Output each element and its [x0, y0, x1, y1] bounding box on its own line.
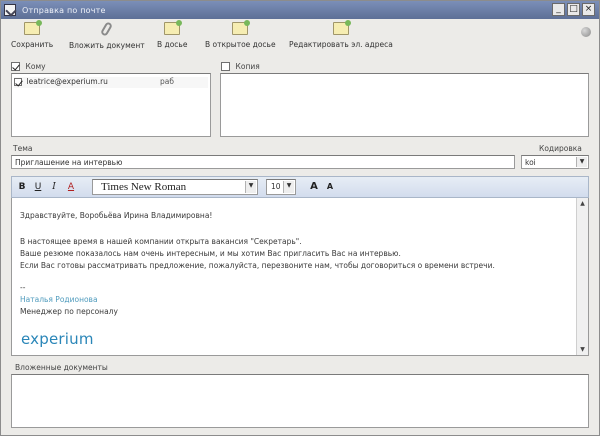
copy-list[interactable]: [220, 73, 589, 137]
minimize-button[interactable]: _: [552, 3, 565, 16]
recipient-row[interactable]: leatrice@experium.ru раб: [14, 77, 208, 88]
recipient-checkbox[interactable]: [14, 77, 22, 86]
encoding-label: Кодировка: [539, 144, 582, 153]
chevron-down-icon: ▼: [576, 157, 587, 167]
save-button[interactable]: Сохранить: [11, 20, 54, 49]
font-color-button[interactable]: A: [65, 181, 77, 193]
font-name-value: Times New Roman: [101, 181, 187, 193]
to-dossier-label: В досье: [157, 40, 188, 49]
edit-addresses-label: Редактировать эл. адреса: [289, 40, 393, 49]
font-size-select[interactable]: 10 ▼: [266, 179, 296, 195]
to-checkbox[interactable]: [11, 62, 20, 71]
to-dossier-button[interactable]: В досье: [157, 20, 188, 49]
signature-title: Менеджер по персоналу: [20, 307, 118, 316]
grow-font-button[interactable]: A: [308, 181, 320, 193]
experium-logo: experium: [21, 330, 94, 348]
folder-icon: [164, 20, 183, 35]
message-greeting: Здравствуйте, Воробьёва Ирина Владимиров…: [20, 211, 213, 220]
maximize-button[interactable]: □: [567, 3, 580, 16]
attach-document-label: Вложить документ: [69, 41, 145, 50]
bold-button[interactable]: B: [16, 181, 28, 193]
scroll-down-icon[interactable]: ▼: [577, 344, 588, 355]
font-size-value: 10: [271, 182, 281, 191]
subject-value: Приглашение на интервью: [15, 158, 123, 167]
help-icon[interactable]: [581, 27, 591, 37]
paperclip-icon: [100, 21, 114, 37]
to-open-dossier-label: В открытое досье: [205, 40, 276, 49]
format-toolbar: B U I A Times New Roman ▼ 10 ▼ A A: [11, 176, 589, 198]
message-line-3: Если Вас готовы рассматривать предложени…: [20, 261, 495, 270]
app-icon: [4, 4, 16, 16]
copy-header: Копия: [221, 62, 260, 71]
signature-separator: --: [20, 283, 26, 292]
to-open-dossier-button[interactable]: В открытое досье: [205, 20, 276, 49]
message-editor[interactable]: Здравствуйте, Воробьёва Ирина Владимиров…: [11, 198, 589, 356]
font-chevron-down-icon: ▼: [245, 181, 256, 193]
main-toolbar: Сохранить Вложить документ В досье В отк…: [1, 19, 599, 59]
shrink-font-button[interactable]: A: [324, 181, 336, 193]
mail-window: Отправка по почте _ □ × Сохранить Вложит…: [0, 0, 600, 436]
subject-label: Тема: [13, 144, 33, 153]
copy-checkbox[interactable]: [221, 62, 230, 71]
folder-open-icon: [232, 20, 251, 35]
font-name-select[interactable]: Times New Roman ▼: [92, 179, 258, 195]
save-label: Сохранить: [11, 40, 54, 49]
message-scrollbar[interactable]: ▲ ▼: [576, 198, 588, 355]
scroll-up-icon[interactable]: ▲: [577, 198, 588, 209]
underline-button[interactable]: U: [32, 181, 44, 193]
window-title: Отправка по почте: [22, 5, 106, 15]
signature-name: Наталья Родионова: [20, 295, 98, 304]
to-list[interactable]: leatrice@experium.ru раб: [11, 73, 211, 137]
subject-field[interactable]: Приглашение на интервью: [11, 155, 515, 169]
message-line-1: В настоящее время в нашей компании откры…: [20, 237, 302, 246]
address-book-icon: [332, 20, 351, 35]
copy-label: Копия: [235, 62, 260, 71]
italic-button[interactable]: I: [48, 181, 60, 193]
message-line-2: Ваше резюме показалось нам очень интерес…: [20, 249, 401, 258]
to-header: Кому: [11, 62, 46, 71]
title-bar: Отправка по почте _ □ ×: [1, 1, 599, 19]
to-label: Кому: [25, 62, 46, 71]
size-chevron-down-icon: ▼: [283, 181, 294, 193]
encoding-select[interactable]: koi ▼: [521, 155, 589, 169]
attachments-label: Вложенные документы: [15, 363, 108, 372]
recipient-email: leatrice@experium.ru: [26, 77, 108, 86]
attach-document-button[interactable]: Вложить документ: [69, 21, 145, 50]
save-icon: [24, 20, 43, 35]
window-controls: _ □ ×: [552, 3, 595, 16]
attachments-list[interactable]: [11, 374, 589, 428]
edit-addresses-button[interactable]: Редактировать эл. адреса: [289, 20, 393, 49]
encoding-value: koi: [525, 158, 536, 167]
close-button[interactable]: ×: [582, 3, 595, 16]
recipient-type: раб: [160, 77, 174, 86]
